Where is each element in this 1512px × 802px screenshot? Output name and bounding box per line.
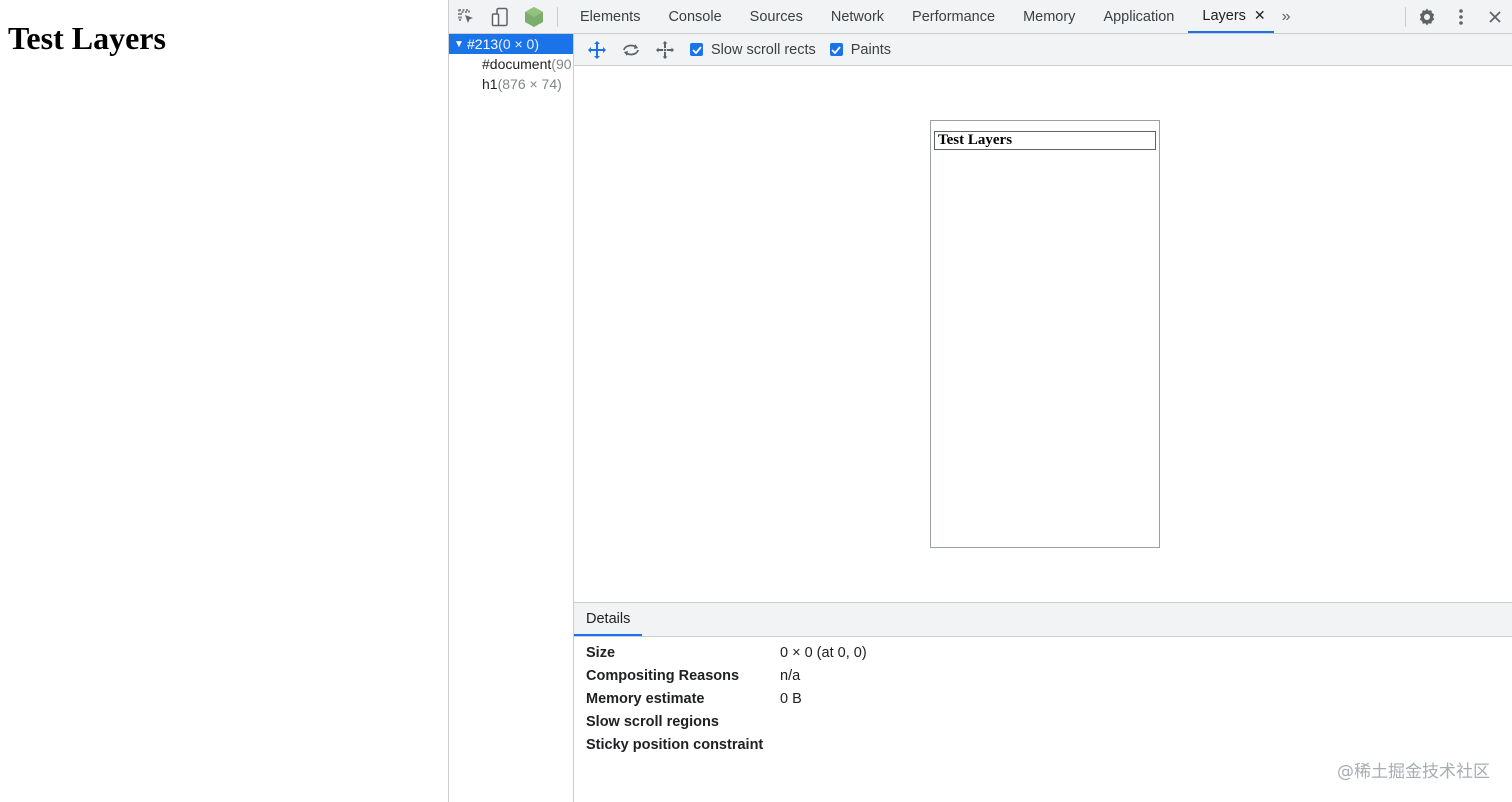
slow-scroll-rects-checkbox[interactable]: Slow scroll rects — [690, 42, 816, 58]
tabbar-right — [1405, 0, 1512, 33]
checkbox-checked-icon[interactable] — [690, 43, 703, 56]
tab-application[interactable]: Application — [1089, 0, 1188, 33]
tab-label: Sources — [749, 8, 803, 25]
detail-row-memory: Memory estimate 0 B — [574, 687, 1512, 710]
tab-layers[interactable]: Layers ✕ — [1188, 0, 1274, 33]
devtools-tabbar: Elements Console Sources Network Perform… — [449, 0, 1512, 34]
tab-label: Memory — [1023, 8, 1076, 25]
detail-row-size: Size 0 × 0 (at 0, 0) — [574, 641, 1512, 664]
tab-details[interactable]: Details — [574, 603, 643, 636]
detail-key: Memory estimate — [586, 690, 705, 707]
node-icon[interactable] — [517, 0, 551, 33]
device-toolbar-icon[interactable] — [483, 0, 517, 33]
tab-label: Network — [830, 8, 885, 25]
tab-label: Console — [668, 8, 722, 25]
watermark: @稀土掘金技术社区 — [1337, 762, 1490, 782]
detail-row-compositing: Compositing Reasons n/a — [574, 664, 1512, 687]
tab-memory[interactable]: Memory — [1009, 0, 1089, 33]
tree-row-root[interactable]: ▼ #213 (0 × 0) — [449, 34, 573, 54]
detail-key: Size — [586, 644, 616, 661]
tab-label: Layers — [1202, 7, 1246, 24]
layer-dims: (90 — [551, 56, 572, 72]
layer-name: #document — [482, 56, 552, 72]
layers-main: Slow scroll rects Paints Test Layers Det… — [574, 34, 1512, 802]
layer-dims: (876 × 74) — [497, 76, 562, 92]
expand-triangle-icon[interactable]: ▼ — [451, 39, 467, 50]
checkbox-label: Paints — [850, 41, 892, 58]
checkbox-checked-icon[interactable] — [829, 43, 843, 56]
toolbar-separator — [557, 6, 558, 27]
tab-label: Application — [1103, 8, 1175, 25]
tree-row-h1[interactable]: h1 (876 × 74) — [449, 74, 573, 94]
reset-transform-icon[interactable] — [648, 34, 682, 65]
detail-value: 0 B — [780, 690, 802, 707]
detail-value: 0 × 0 (at 0, 0) — [780, 644, 867, 661]
detail-key: Compositing Reasons — [586, 667, 740, 684]
layer-name: h1 — [482, 76, 498, 92]
tab-performance[interactable]: Performance — [898, 0, 1009, 33]
layer-h1-rect[interactable]: Test Layers — [934, 131, 1156, 150]
tab-sources[interactable]: Sources — [736, 0, 817, 33]
tab-label: Performance — [912, 8, 996, 25]
layer-name: #213 — [467, 36, 499, 52]
rotate-mode-icon[interactable] — [614, 34, 648, 65]
page-heading: Test Layers — [8, 20, 166, 56]
tab-elements[interactable]: Elements — [566, 0, 654, 33]
paints-checkbox[interactable]: Paints — [829, 41, 892, 58]
details-tabbar: Details — [574, 603, 1512, 637]
gear-icon[interactable] — [1410, 0, 1444, 33]
layer-tree: ▼ #213 (0 × 0) #document (90 h1 (876 × 74) — [449, 34, 574, 802]
detail-row-sticky: Sticky position constraint — [574, 733, 1512, 756]
tree-row-document[interactable]: #document (90 — [449, 54, 573, 74]
layers-canvas[interactable]: Test Layers — [574, 66, 1512, 602]
tab-network[interactable]: Network — [817, 0, 898, 33]
inspected-page: Test Layers — [0, 0, 448, 802]
devtools-panel: Elements Console Sources Network Perform… — [448, 0, 1512, 802]
more-tabs-icon[interactable]: » — [1274, 8, 1299, 26]
inspect-element-icon[interactable] — [449, 0, 483, 33]
checkbox-label: Slow scroll rects — [711, 41, 816, 58]
layer-document-rect[interactable]: Test Layers — [930, 120, 1160, 548]
layer-dims: (0 × 0) — [498, 36, 540, 52]
details-pane: Details Size 0 × 0 (at 0, 0) Compositing… — [574, 602, 1512, 802]
detail-key: Slow scroll regions — [586, 713, 719, 730]
detail-key: Sticky position constraint — [586, 736, 764, 753]
details-table: Size 0 × 0 (at 0, 0) Compositing Reasons… — [574, 637, 1512, 756]
layers-toolbar: Slow scroll rects Paints — [574, 34, 1512, 66]
detail-row-slow-scroll: Slow scroll regions — [574, 710, 1512, 733]
close-tab-icon[interactable]: ✕ — [1254, 7, 1266, 24]
tab-label: Elements — [580, 8, 641, 25]
tab-console[interactable]: Console — [654, 0, 735, 33]
kebab-menu-icon[interactable] — [1444, 0, 1478, 33]
toolbar-separator — [1405, 6, 1406, 27]
pan-mode-icon[interactable] — [580, 34, 614, 65]
detail-value: n/a — [780, 667, 801, 684]
close-devtools-icon[interactable] — [1478, 0, 1512, 33]
